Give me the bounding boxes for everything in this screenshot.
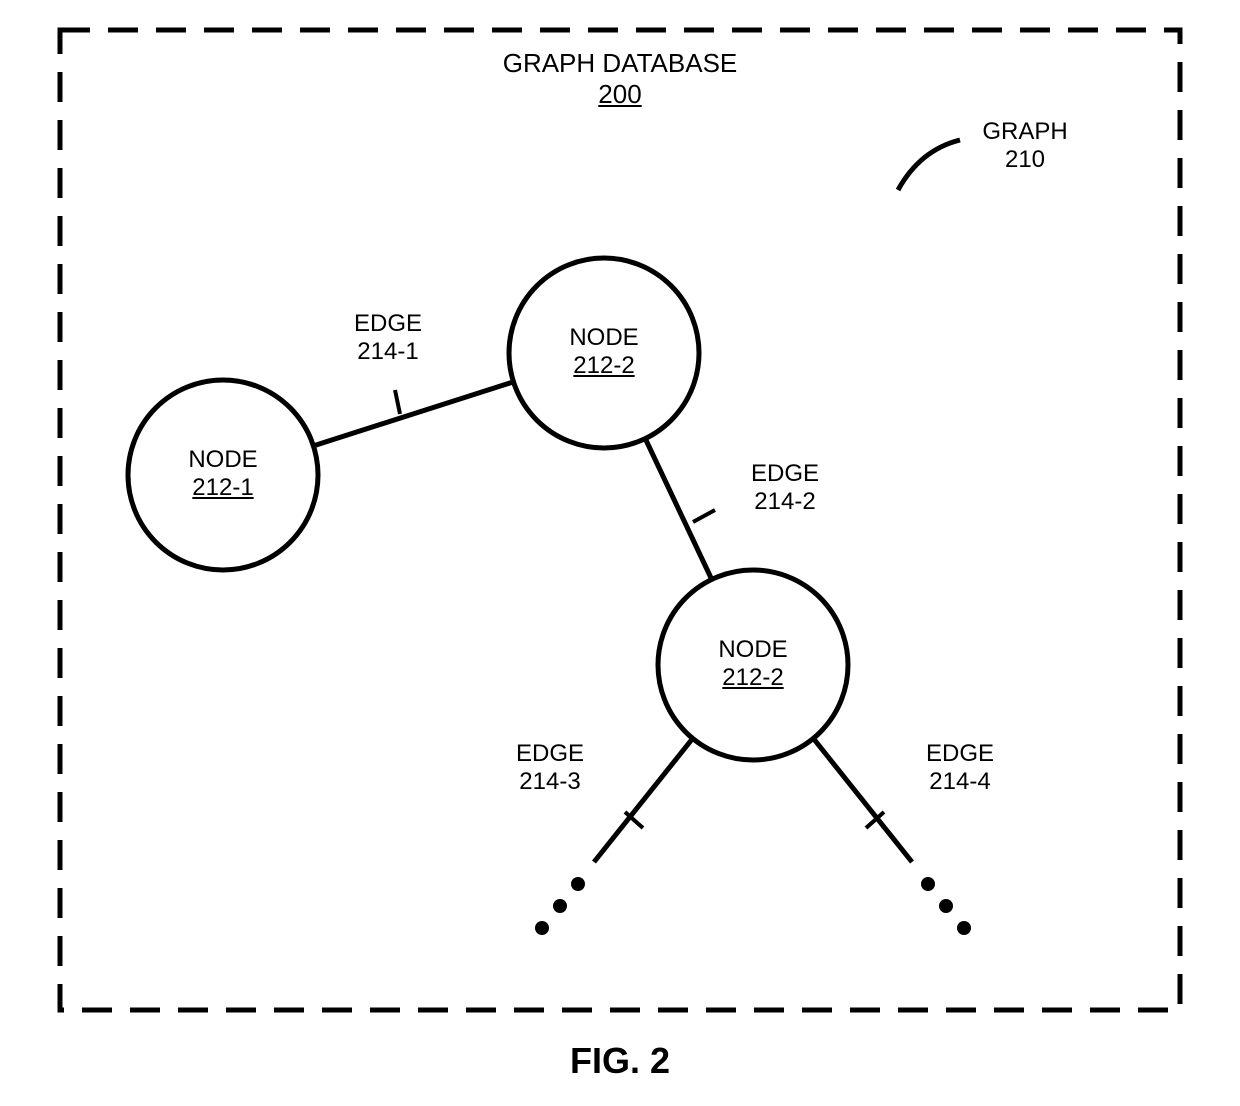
node-text-1: NODE 212-1 [163, 446, 283, 502]
continuation-dot [957, 921, 971, 935]
graph-indicator-id: 210 [965, 146, 1085, 174]
edge-label: EDGE [725, 460, 845, 488]
edge-label: EDGE [328, 310, 448, 338]
edge-text-3: EDGE 214-3 [490, 740, 610, 796]
node-id: 212-2 [693, 664, 813, 692]
node-label: NODE [163, 446, 283, 474]
continuation-dot [939, 899, 953, 913]
edge-text-2: EDGE 214-2 [725, 460, 845, 516]
continuation-dot [553, 899, 567, 913]
edge-id: 214-1 [328, 338, 448, 366]
continuation-dot [921, 877, 935, 891]
graph-indicator-text: GRAPH 210 [965, 118, 1085, 174]
edge-line-1 [313, 382, 513, 446]
node-label: NODE [693, 636, 813, 664]
figure-label: FIG. 2 [0, 1040, 1240, 1082]
graph-indicator-arc [898, 140, 960, 190]
node-text-2: NODE 212-2 [544, 324, 664, 380]
node-label: NODE [544, 324, 664, 352]
edge-tick-1 [395, 390, 400, 414]
node-id: 212-1 [163, 474, 283, 502]
edge-tick-2 [693, 510, 715, 522]
edge-label: EDGE [490, 740, 610, 768]
node-text-3: NODE 212-2 [693, 636, 813, 692]
edge-line-4 [813, 738, 912, 862]
edge-label: EDGE [900, 740, 1020, 768]
node-id: 212-2 [544, 352, 664, 380]
edge-id: 214-3 [490, 768, 610, 796]
edge-id: 214-2 [725, 488, 845, 516]
continuation-dot [535, 921, 549, 935]
continuation-dot [571, 877, 585, 891]
database-title-label: GRAPH DATABASE [460, 48, 780, 79]
graph-indicator-label: GRAPH [965, 118, 1085, 146]
edge-line-2 [645, 438, 712, 580]
database-title-id: 200 [460, 79, 780, 110]
edge-text-1: EDGE 214-1 [328, 310, 448, 366]
edge-id: 214-4 [900, 768, 1020, 796]
database-title: GRAPH DATABASE 200 [460, 48, 780, 110]
diagram-canvas: GRAPH DATABASE 200 GRAPH 210 NODE 212-1 … [0, 0, 1240, 1106]
edge-text-4: EDGE 214-4 [900, 740, 1020, 796]
